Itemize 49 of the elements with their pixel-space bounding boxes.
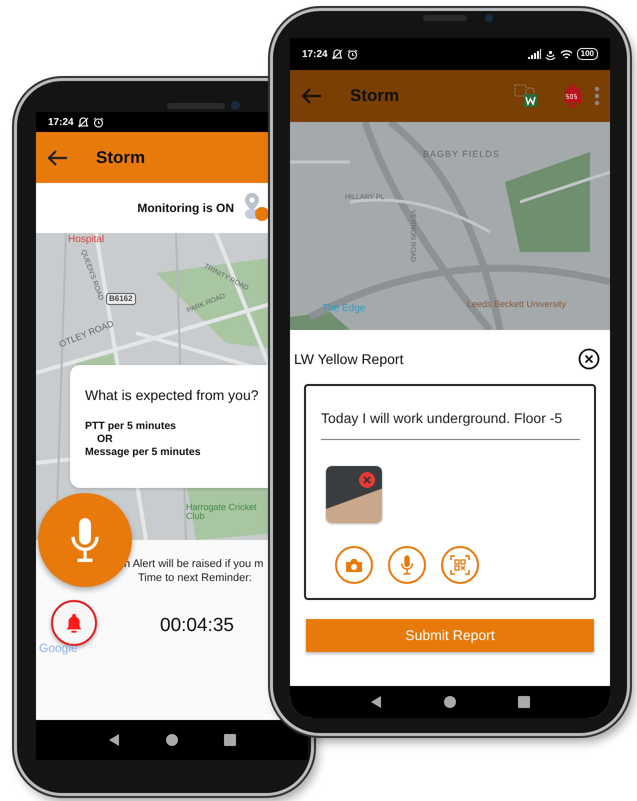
requirement-line: OR [96, 433, 114, 446]
map-label: Hospital [68, 235, 104, 245]
sos-bell-icon[interactable] [562, 83, 584, 109]
app-title: Storm [96, 146, 146, 169]
muted-bell-icon [78, 116, 89, 128]
close-icon[interactable] [578, 348, 600, 370]
status-time: 17:24 [48, 116, 74, 130]
recents-square-icon[interactable] [224, 734, 236, 746]
countdown-timer: 00:04:35 [160, 614, 234, 638]
map-label: Harrogate Cricket Club [186, 503, 258, 522]
microphone-icon[interactable] [399, 554, 415, 576]
map-label: The Edge [322, 304, 366, 314]
reminder-label: Time to next Reminder: [138, 571, 252, 586]
back-arrow-icon[interactable] [300, 87, 322, 105]
requirement-line: Message per 5 minutes [85, 446, 202, 459]
hotspot-icon [544, 48, 556, 60]
front-camera [485, 14, 493, 22]
camera-button[interactable] [335, 546, 373, 584]
sheet-title: LW Yellow Report [294, 350, 404, 369]
recents-square-icon[interactable] [518, 696, 530, 708]
map-label: B6162 [106, 293, 136, 305]
home-circle-icon[interactable] [164, 733, 179, 747]
alarm-clock-icon [346, 48, 358, 60]
map-label: Leeds Beckett University [467, 300, 568, 310]
requirement-line: PTT per 5 minutes [85, 420, 178, 433]
translate-icon[interactable] [514, 84, 538, 108]
report-text-field[interactable]: Today I will work underground. Floor -5 [321, 404, 580, 440]
status-time: 17:24 [302, 48, 328, 62]
map-attribution: Google [39, 640, 78, 657]
app-title: Storm [350, 85, 400, 108]
muted-bell-icon [332, 48, 343, 60]
alarm-clock-icon [92, 116, 104, 128]
monitoring-label: Monitoring is ON [137, 200, 234, 217]
qr-code-icon [450, 555, 470, 575]
voice-note-button[interactable] [388, 546, 426, 584]
front-camera [231, 101, 240, 110]
map-label: BAGBY FIELDS [423, 150, 500, 159]
more-options-icon[interactable] [594, 86, 600, 106]
camera-icon [345, 558, 363, 572]
qr-scan-button[interactable] [441, 546, 479, 584]
home-circle-icon[interactable] [442, 695, 457, 709]
remove-photo-icon[interactable] [359, 472, 375, 488]
signal-icon [528, 49, 541, 59]
back-triangle-icon[interactable] [108, 733, 120, 747]
back-triangle-icon[interactable] [370, 695, 382, 709]
card-title: What is expected from you? [85, 386, 260, 405]
back-arrow-icon[interactable] [46, 148, 68, 166]
battery-indicator: 100 [576, 48, 598, 60]
wifi-icon [560, 48, 573, 60]
